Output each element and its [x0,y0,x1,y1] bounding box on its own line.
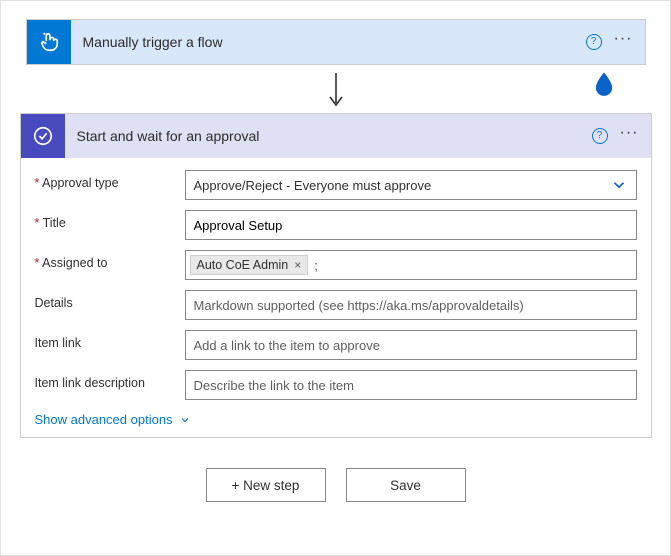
assignee-token: Auto CoE Admin × [190,255,309,275]
row-approval-type: Approval type Approve/Reject - Everyone … [35,170,637,200]
title-input[interactable] [185,210,637,240]
chevron-down-icon [179,414,191,426]
chevron-down-icon [610,176,628,194]
trigger-card[interactable]: Manually trigger a flow ? ··· [26,19,646,65]
connector [13,71,658,111]
assigned-to-input[interactable]: Auto CoE Admin × ; [185,250,637,280]
ellipsis-icon[interactable]: ··· [620,125,639,147]
approval-type-select[interactable]: Approve/Reject - Everyone must approve [185,170,637,200]
approval-type-value: Approve/Reject - Everyone must approve [194,178,610,193]
footer-buttons: + New step Save [13,468,658,502]
label-assigned-to: Assigned to [35,250,185,270]
approval-check-icon [32,125,54,147]
label-title: Title [35,210,185,230]
approval-card: Start and wait for an approval ? ··· App… [20,113,652,438]
new-step-button[interactable]: + New step [206,468,326,502]
remove-token-icon[interactable]: × [294,258,301,272]
item-link-input[interactable] [185,330,637,360]
approval-form: Approval type Approve/Reject - Everyone … [21,158,651,437]
label-details: Details [35,290,185,310]
label-approval-type: Approval type [35,170,185,190]
row-details: Details [35,290,637,320]
item-link-description-input[interactable] [185,370,637,400]
approval-header[interactable]: Start and wait for an approval ? ··· [21,114,651,158]
assignee-token-label: Auto CoE Admin [197,258,289,272]
row-title: Title [35,210,637,240]
trigger-icon-tile [27,20,71,64]
ellipsis-icon[interactable]: ··· [614,31,633,53]
row-item-link: Item link [35,330,637,360]
trigger-title: Manually trigger a flow [71,34,586,50]
label-item-link-description: Item link description [35,370,185,390]
arrow-down-icon [324,71,348,111]
flow-designer-canvas: Manually trigger a flow ? ··· Start and [0,0,671,556]
approval-actions: ? ··· [592,125,651,147]
details-input[interactable] [185,290,637,320]
row-assigned-to: Assigned to Auto CoE Admin × ; [35,250,637,280]
help-icon[interactable]: ? [586,34,602,50]
trigger-header[interactable]: Manually trigger a flow ? ··· [27,20,645,64]
show-advanced-options-link[interactable]: Show advanced options [35,412,191,427]
save-button[interactable]: Save [346,468,466,502]
water-drop-icon [590,69,618,97]
trigger-actions: ? ··· [586,31,645,53]
approval-icon-tile [21,114,65,158]
row-item-link-description: Item link description [35,370,637,400]
help-icon[interactable]: ? [592,128,608,144]
approval-title: Start and wait for an approval [65,128,592,144]
token-separator: ; [312,258,320,273]
touch-icon [38,31,60,53]
label-item-link: Item link [35,330,185,350]
advanced-options-label: Show advanced options [35,412,173,427]
